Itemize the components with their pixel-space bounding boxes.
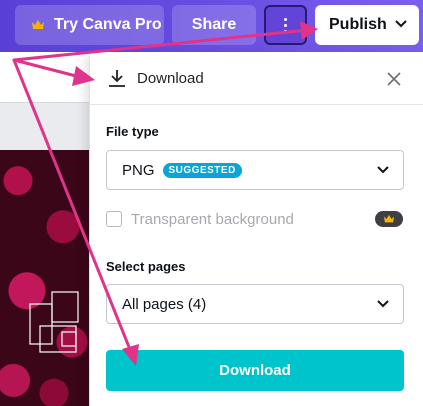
file-type-select[interactable]: PNG SUGGESTED	[106, 150, 404, 190]
publish-label: Publish	[329, 16, 387, 33]
chevron-down-icon	[395, 20, 407, 28]
select-pages-label: Select pages	[106, 259, 186, 274]
try-canva-pro-button[interactable]: Try Canva Pro	[15, 5, 164, 45]
panel-header: Download	[90, 52, 423, 105]
crown-icon	[384, 214, 394, 223]
suggested-badge: SUGGESTED	[162, 162, 242, 178]
file-type-value: PNG	[122, 161, 155, 179]
design-canvas-image[interactable]	[0, 150, 90, 406]
transparent-background-label: Transparent background	[131, 210, 294, 228]
file-type-label: File type	[106, 124, 159, 139]
panel-title: Download	[137, 70, 204, 87]
transparent-background-checkbox[interactable]	[106, 211, 122, 227]
share-button[interactable]: Share	[172, 5, 256, 45]
top-bar: Try Canva Pro Share Publish	[0, 0, 423, 52]
try-canva-pro-label: Try Canva Pro	[54, 16, 162, 33]
download-button[interactable]: Download	[106, 350, 404, 391]
more-button[interactable]	[264, 5, 307, 45]
chevron-down-icon	[377, 166, 389, 174]
publish-button[interactable]: Publish	[315, 5, 419, 45]
more-icon	[284, 17, 287, 33]
close-icon[interactable]	[386, 71, 402, 87]
share-label: Share	[191, 16, 237, 33]
download-button-label: Download	[219, 362, 291, 379]
download-icon	[109, 70, 125, 87]
pro-crown-badge	[375, 211, 403, 227]
select-pages-select[interactable]: All pages (4)	[106, 284, 404, 324]
editor-toolbar	[0, 52, 90, 102]
crown-icon	[32, 20, 44, 29]
frame-outline-graphic	[29, 291, 79, 353]
transparent-background-option: Transparent background	[106, 209, 404, 229]
editor-background	[0, 102, 90, 150]
chevron-down-icon	[377, 300, 389, 308]
download-panel: Download File type PNG SUGGESTED Transpa…	[89, 52, 423, 406]
select-pages-value: All pages (4)	[122, 295, 207, 313]
